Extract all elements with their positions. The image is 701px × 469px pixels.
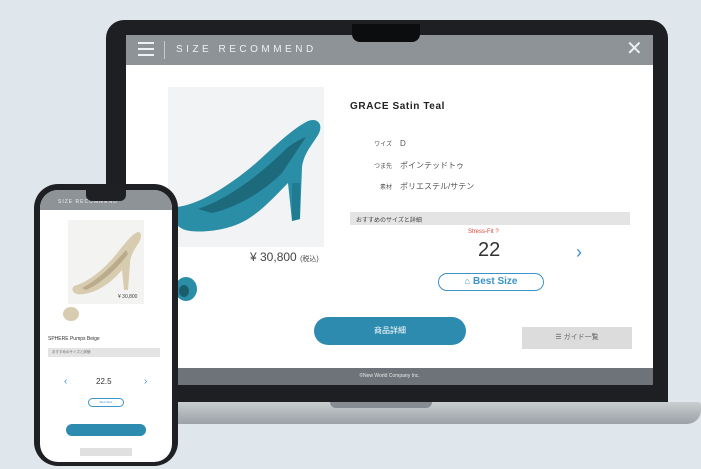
recommendation-bar: おすすめのサイズと詳細 (350, 212, 630, 225)
phone-product-image (68, 220, 144, 304)
best-size-label: Best Size (472, 276, 518, 287)
recommended-size: 22 (478, 239, 501, 261)
hamburger-icon[interactable] (138, 42, 154, 56)
footer-bar: ©New World Company Inc. (126, 368, 653, 385)
phone-recommendation-bar: おすすめのサイズと詳細 (48, 348, 160, 357)
price-tax-note: (税込) (300, 256, 319, 263)
spec-row-width: ワイズ D (364, 139, 406, 148)
product-image (168, 87, 324, 247)
price-value: ¥ 30,800 (250, 250, 297, 264)
spec-key: 素材 (379, 185, 392, 191)
spec-value: D (400, 139, 406, 148)
laptop-screen: SIZE RECOMMEND ✕ ¥ 30,800 (税込) GRACE Sat… (126, 35, 653, 385)
spec-key: ワイズ (374, 142, 392, 148)
phone-recommended-size: 22.5 (96, 377, 112, 386)
phone-best-size-badge: Best Size (88, 398, 124, 407)
chevron-right-icon[interactable]: › (576, 242, 582, 263)
guide-list-button[interactable]: ☰ ガイド一覧 (522, 327, 632, 349)
phone-guide-list-button[interactable] (80, 448, 132, 456)
spec-value: ポインテッドトゥ (400, 161, 464, 170)
camera-notch (352, 24, 420, 42)
spec-row-toe: つま先 ポインテッドトゥ (364, 160, 464, 171)
best-size-badge: ⌂ Best Size (438, 273, 544, 291)
price-label: ¥ 30,800 (税込) (250, 250, 319, 264)
close-icon[interactable]: ✕ (626, 39, 643, 59)
chevron-left-icon[interactable]: ‹ (64, 376, 67, 387)
phone-product-name: SPHERE Pumps Beige (48, 336, 100, 342)
product-details-button[interactable]: 商品詳細 (314, 317, 466, 345)
phone-screen: SIZE RECOMMEND ¥ 30,800 SPHERE Pumps Bei… (40, 190, 172, 462)
spec-key: つま先 (373, 164, 392, 170)
phone-price: ¥ 30,800 (118, 294, 138, 300)
page-title: SIZE RECOMMEND (176, 44, 317, 55)
header-divider (164, 41, 165, 59)
phone-product-details-button[interactable] (66, 424, 146, 436)
phone-notch (86, 190, 126, 201)
recommendation-note[interactable]: Stress-Fit ? (468, 229, 499, 235)
product-name: GRACE Satin Teal (350, 101, 445, 112)
spec-value: ポリエステル/サテン (400, 182, 475, 191)
laptop-base-notch (330, 402, 432, 408)
shoe-icon: ⌂ (464, 276, 470, 286)
chevron-right-icon[interactable]: › (144, 376, 147, 387)
phone-thumbnail[interactable] (62, 306, 80, 322)
spec-row-material: 素材 ポリエステル/サテン (364, 181, 474, 192)
